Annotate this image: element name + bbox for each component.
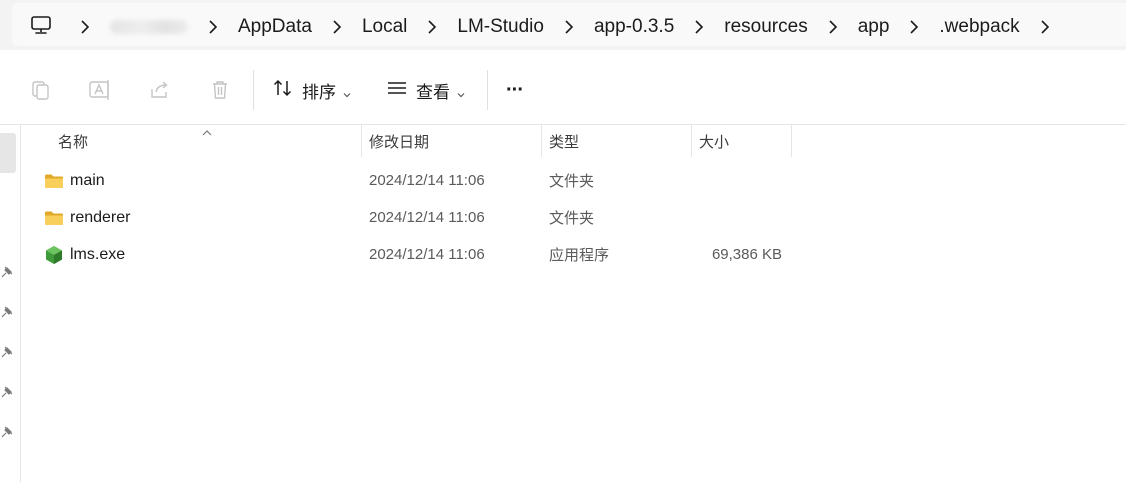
file-modified: 2024/12/14 11:06: [369, 209, 485, 226]
folder-icon: [44, 209, 64, 227]
nav-scrollbar-thumb[interactable]: [0, 133, 16, 173]
breadcrumb-item-user[interactable]: [110, 20, 188, 34]
pin-icon[interactable]: [0, 265, 14, 279]
file-name-cell: main: [44, 162, 105, 199]
column-header-row: 名称 修改日期 类型 大小: [20, 125, 1126, 157]
column-header-modified[interactable]: 修改日期: [369, 125, 539, 157]
breadcrumb-item-local[interactable]: Local: [350, 3, 419, 51]
pin-icon[interactable]: [0, 385, 14, 399]
command-bar: 排序 查看 ···: [0, 56, 1126, 125]
delete-icon[interactable]: [208, 78, 232, 102]
file-name: renderer: [70, 208, 131, 226]
file-type: 文件夹: [549, 173, 595, 190]
toolbar-divider: [253, 70, 254, 110]
file-modified: 2024/12/14 11:06: [369, 246, 485, 263]
breadcrumb-item-resources[interactable]: resources: [712, 3, 819, 51]
breadcrumb-item-app-version[interactable]: app-0.3.5: [582, 3, 686, 51]
breadcrumb-item-appdata[interactable]: AppData: [226, 3, 324, 51]
table-row[interactable]: main 2024/12/14 11:06 文件夹: [20, 162, 1126, 199]
file-modified: 2024/12/14 11:06: [369, 172, 485, 189]
copy-icon[interactable]: [28, 78, 52, 102]
view-label: 查看: [416, 82, 450, 102]
pin-icon[interactable]: [0, 425, 14, 439]
file-name-cell: renderer: [44, 199, 130, 236]
column-resize-handle[interactable]: [791, 125, 792, 157]
column-resize-handle[interactable]: [691, 125, 692, 157]
breadcrumb[interactable]: AppData Local LM-Studio app-0.3.5 resour…: [12, 3, 1126, 46]
sort-button[interactable]: 排序: [272, 70, 352, 110]
chevron-down-icon: [456, 85, 466, 98]
toolbar-divider: [487, 70, 488, 110]
file-size: [692, 199, 782, 236]
file-name: lms.exe: [70, 245, 126, 263]
file-name: main: [70, 171, 105, 189]
file-size: 69,386 KB: [711, 246, 782, 263]
view-button[interactable]: 查看: [386, 70, 466, 110]
breadcrumb-chevron-icon[interactable]: [901, 3, 927, 51]
exe-icon: [44, 245, 64, 264]
folder-icon: [44, 172, 64, 190]
file-size: [692, 162, 782, 199]
breadcrumb-chevron-icon[interactable]: [200, 3, 226, 51]
chevron-down-icon: [342, 85, 352, 98]
column-resize-handle[interactable]: [541, 125, 542, 157]
breadcrumb-chevron-icon[interactable]: [1032, 3, 1058, 51]
breadcrumb-chevron-icon[interactable]: [419, 3, 445, 51]
breadcrumb-chevron-icon[interactable]: [686, 3, 712, 51]
navigation-pane: [0, 125, 21, 482]
table-row[interactable]: lms.exe 2024/12/14 11:06 应用程序 69,386 KB: [20, 236, 1126, 273]
column-header-type[interactable]: 类型: [549, 125, 689, 157]
breadcrumb-chevron-icon[interactable]: [556, 3, 582, 51]
column-header-size[interactable]: 大小: [699, 125, 789, 157]
sort-label: 排序: [302, 82, 336, 102]
more-options-button[interactable]: ···: [506, 70, 524, 110]
file-name-cell: lms.exe: [44, 236, 125, 273]
column-header-name[interactable]: 名称: [58, 125, 358, 157]
sort-icon: [272, 77, 294, 104]
breadcrumb-chevron-icon[interactable]: [820, 3, 846, 51]
file-type: 文件夹: [549, 210, 595, 227]
breadcrumb-item-lm-studio[interactable]: LM-Studio: [445, 3, 556, 51]
address-bar: AppData Local LM-Studio app-0.3.5 resour…: [0, 0, 1126, 50]
file-type: 应用程序: [549, 247, 610, 264]
file-explorer-window: AppData Local LM-Studio app-0.3.5 resour…: [0, 0, 1126, 482]
breadcrumb-chevron-icon[interactable]: [324, 3, 350, 51]
pin-icon[interactable]: [0, 305, 14, 319]
column-resize-handle[interactable]: [361, 125, 362, 157]
file-list: main 2024/12/14 11:06 文件夹 renderer 2024/…: [20, 162, 1126, 273]
computer-icon[interactable]: [30, 14, 52, 36]
more-icon: ···: [506, 78, 524, 101]
pin-icon[interactable]: [0, 345, 14, 359]
breadcrumb-item-webpack[interactable]: .webpack: [927, 3, 1031, 51]
share-icon[interactable]: [148, 78, 172, 102]
table-row[interactable]: renderer 2024/12/14 11:06 文件夹: [20, 199, 1126, 236]
breadcrumb-item-app[interactable]: app: [846, 3, 902, 51]
rename-icon[interactable]: [88, 78, 112, 102]
breadcrumb-chevron-icon[interactable]: [72, 3, 98, 51]
view-list-icon: [386, 77, 408, 104]
